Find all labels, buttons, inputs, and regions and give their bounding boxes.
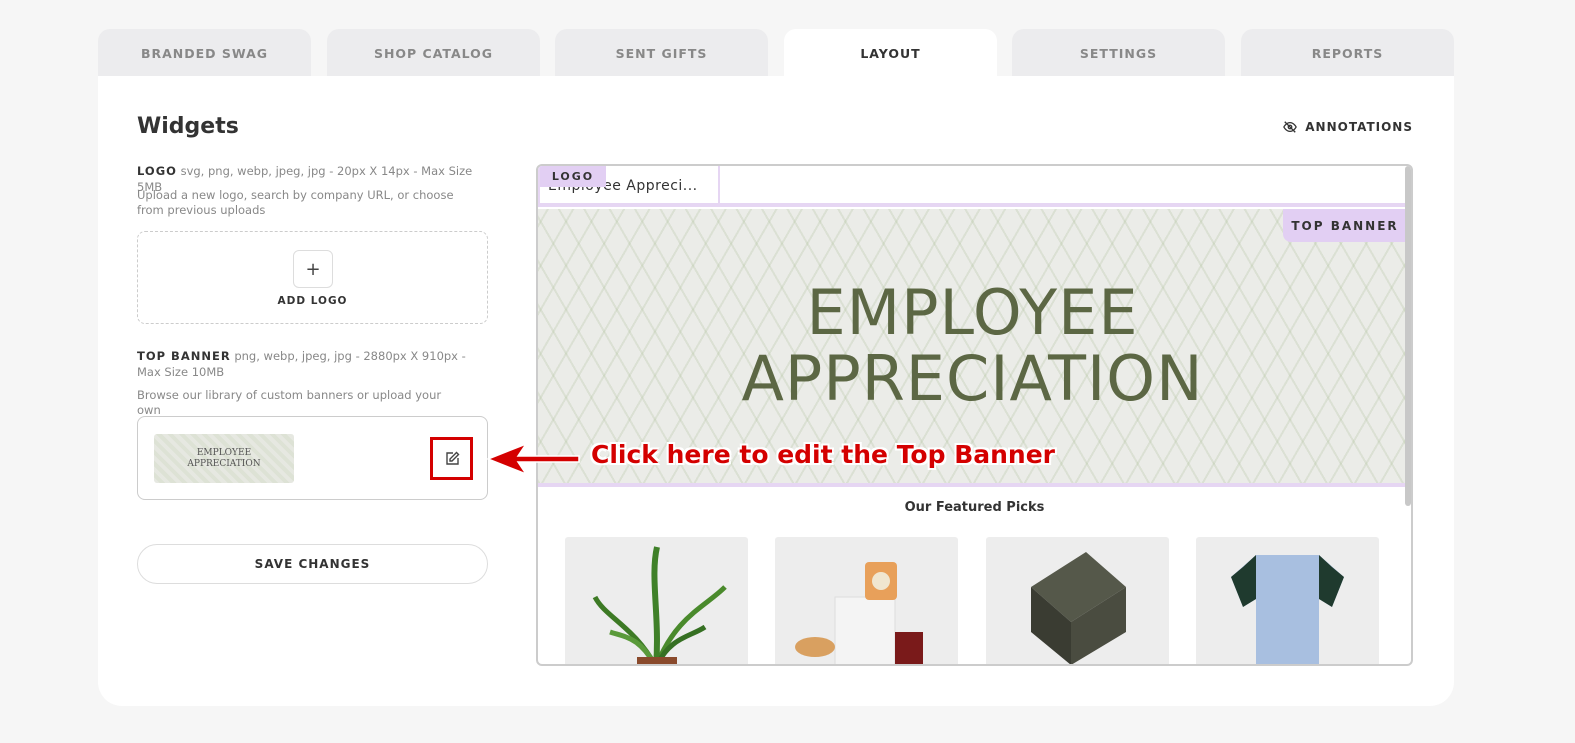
product-card-plant[interactable] bbox=[565, 537, 748, 664]
jersey-image bbox=[1231, 555, 1344, 664]
edit-icon bbox=[445, 451, 459, 465]
callout-text: Click here to edit the Top Banner bbox=[591, 440, 1056, 469]
gift-set-image bbox=[795, 562, 923, 664]
product-card-jersey[interactable] bbox=[1196, 537, 1379, 664]
thumb-line1: EMPLOYEE bbox=[196, 447, 252, 458]
tab-settings[interactable]: SETTINGS bbox=[1012, 29, 1225, 77]
logo-tag: LOGO bbox=[540, 166, 606, 187]
save-changes-button[interactable]: SAVE CHANGES bbox=[137, 544, 488, 584]
eye-slash-icon bbox=[1283, 121, 1298, 133]
edit-banner-button[interactable] bbox=[430, 437, 473, 480]
tab-layout[interactable]: LAYOUT bbox=[784, 29, 997, 77]
top-banner-tag: TOP BANNER bbox=[1283, 209, 1407, 242]
page-title: Widgets bbox=[137, 114, 239, 139]
logo-help: Upload a new logo, search by company URL… bbox=[137, 188, 454, 217]
tab-bar: BRANDED SWAG SHOP CATALOG SENT GIFTS LAY… bbox=[98, 29, 1454, 77]
layout-panel: Widgets ANNOTATIONS LOGO svg, png, webp,… bbox=[98, 76, 1454, 706]
annotations-toggle[interactable]: ANNOTATIONS bbox=[1283, 120, 1413, 134]
top-banner-label-row: TOP BANNER png, webp, jpeg, jpg - 2880px… bbox=[137, 348, 487, 380]
preview-scrollbar[interactable] bbox=[1405, 166, 1411, 506]
preview-logo-cell[interactable]: Employee Appreci... LOGO bbox=[538, 166, 720, 207]
box-image bbox=[1031, 552, 1126, 664]
top-banner-box: EMPLOYEE APPRECIATION bbox=[137, 416, 488, 500]
product-card-box[interactable] bbox=[986, 537, 1169, 664]
plus-icon[interactable]: + bbox=[293, 250, 333, 288]
preview-logo-row: Employee Appreci... LOGO bbox=[538, 166, 1411, 207]
banner-thumbnail: EMPLOYEE APPRECIATION bbox=[154, 434, 294, 483]
plant-image bbox=[592, 546, 727, 664]
add-logo-label: ADD LOGO bbox=[277, 295, 348, 307]
banner-line1: EMPLOYEE bbox=[806, 276, 1139, 349]
annotations-label: ANNOTATIONS bbox=[1305, 120, 1413, 134]
banner-line2: APPRECIATION bbox=[741, 342, 1204, 415]
logo-label: LOGO bbox=[137, 164, 177, 178]
top-banner-label: TOP BANNER bbox=[137, 349, 231, 363]
tab-sent-gifts[interactable]: SENT GIFTS bbox=[555, 29, 768, 77]
tab-branded-swag[interactable]: BRANDED SWAG bbox=[98, 29, 311, 77]
layout-preview: Employee Appreci... LOGO EMPLOYEE APPREC… bbox=[536, 164, 1413, 666]
product-card-gift-set[interactable] bbox=[775, 537, 958, 664]
logo-dropzone[interactable]: + ADD LOGO bbox=[137, 231, 488, 324]
featured-title: Our Featured Picks bbox=[904, 500, 1045, 515]
top-banner-help: Browse our library of custom banners or … bbox=[137, 388, 442, 417]
tab-reports[interactable]: REPORTS bbox=[1241, 29, 1454, 77]
tab-shop-catalog[interactable]: SHOP CATALOG bbox=[327, 29, 540, 77]
arrow-left-icon bbox=[486, 442, 580, 476]
thumb-line2: APPRECIATION bbox=[187, 458, 261, 469]
